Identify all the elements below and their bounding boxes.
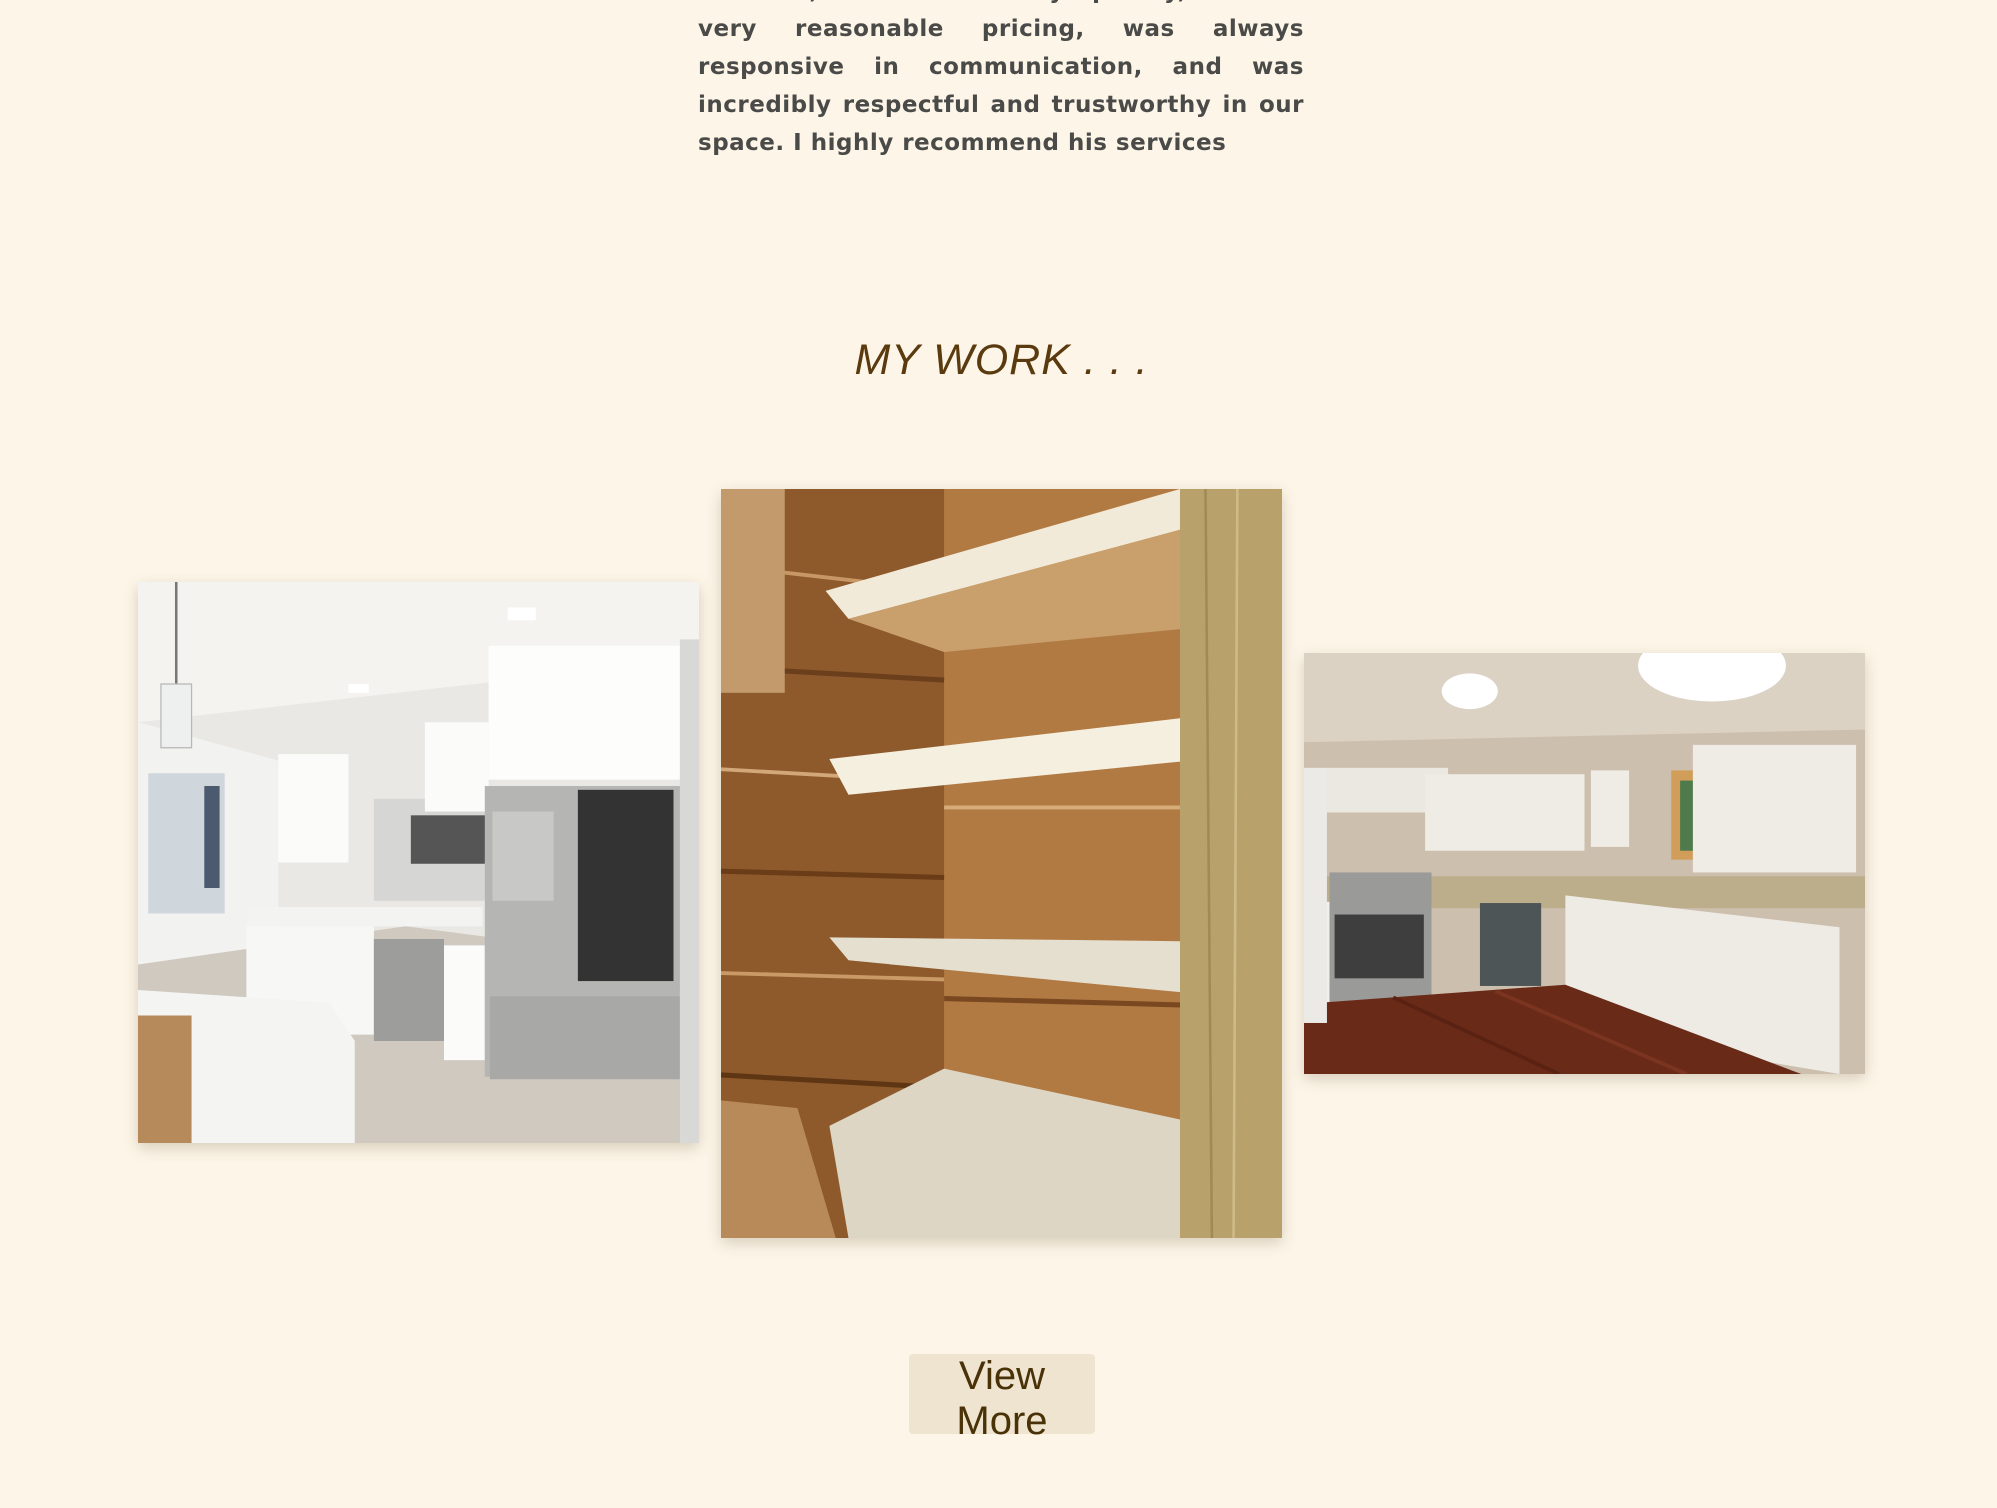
l-shaped-kitchen-photo-image [1304,653,1865,1074]
cedar-pantry-shelves-photo[interactable] [721,489,1282,1238]
l-shaped-kitchen-photo[interactable] [1304,653,1865,1074]
kitchen-photo-image [138,582,699,1143]
section-title: MY WORK . . . [854,336,1149,384]
view-more-button[interactable]: View More [909,1354,1095,1443]
testimonial-text: addition, he worked very quickly, offere… [698,0,1304,156]
kitchen-photo[interactable] [138,582,699,1143]
cedar-pantry-shelves-photo-image [721,489,1282,1238]
